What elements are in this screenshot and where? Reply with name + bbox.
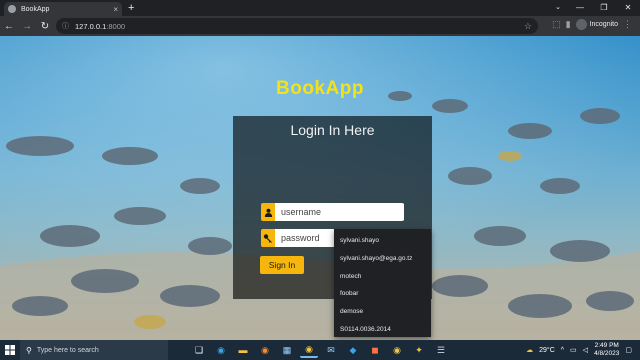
tray-chevron-icon[interactable]: ^ — [561, 347, 564, 354]
incognito-icon — [575, 19, 587, 30]
app-title: BookApp — [276, 78, 364, 99]
edge-icon[interactable]: ◉ — [212, 342, 230, 358]
search-icon: ⚲ — [26, 345, 32, 355]
username-input[interactable] — [275, 203, 404, 221]
browser-tab-bar: BookApp × + ⌄ — ❐ ✕ — [0, 0, 640, 16]
forward-icon[interactable]: → — [18, 21, 36, 32]
new-tab-button[interactable]: + — [128, 2, 134, 14]
taskbar-search[interactable]: ⚲ Type here to search — [20, 340, 168, 360]
close-tab-icon[interactable]: × — [113, 5, 118, 14]
autocomplete-item[interactable]: sylvani.shayo — [334, 232, 431, 250]
firefox-icon[interactable]: ◉ — [256, 342, 274, 358]
task-view-icon[interactable]: ❑ — [190, 342, 208, 358]
taskbar: ⚲ Type here to search ❑ ◉ ▬ ◉ ▦ ◉ ✉ ◆ ◼ … — [0, 340, 640, 360]
url-text: 127.0.0.1:8000 — [75, 21, 126, 31]
clock-time: 2:49 PM — [594, 342, 619, 349]
close-button[interactable]: ✕ — [616, 0, 640, 16]
menu-icon[interactable]: ⋮ — [623, 19, 632, 30]
user-icon — [261, 203, 275, 221]
system-tray: ☁ 29°C ^ ▭ ◁ 2:49 PM 4/8/2023 ▢ — [526, 340, 632, 360]
volume-icon[interactable]: ◁ — [583, 346, 588, 354]
mail-icon[interactable]: ✉ — [322, 342, 340, 358]
puzzle-icon[interactable]: ✦ — [410, 342, 428, 358]
vscode-icon[interactable]: ◆ — [344, 342, 362, 358]
window-controls: ⌄ — ❐ ✕ — [548, 0, 640, 16]
info-icon[interactable]: ⓘ — [62, 21, 69, 31]
notifications-icon[interactable]: ▢ — [625, 346, 632, 354]
tab-title: BookApp — [21, 5, 50, 13]
chrome-canary-icon[interactable]: ◉ — [388, 342, 406, 358]
database-icon[interactable]: ☰ — [432, 342, 450, 358]
restore-button[interactable]: ❐ — [592, 0, 616, 16]
chrome-icon[interactable]: ◉ — [300, 342, 318, 358]
tab-search-icon[interactable]: ⌄ — [548, 0, 568, 16]
address-bar[interactable]: ⓘ 127.0.0.1:8000 ☆ — [56, 18, 538, 34]
weather-icon[interactable]: ☁ — [526, 346, 533, 354]
reload-icon[interactable]: ↻ — [36, 21, 54, 32]
app-icon[interactable]: ◼ — [366, 342, 384, 358]
browser-toolbar: ← → ↻ ⓘ 127.0.0.1:8000 ☆ ⬚ ▮ Incognito ⋮ — [0, 16, 640, 36]
side-panel-icon[interactable]: ▮ — [566, 19, 571, 30]
autocomplete-item[interactable]: motech — [334, 267, 431, 285]
clock[interactable]: 2:49 PM 4/8/2023 — [594, 342, 619, 358]
autocomplete-dropdown: sylvani.shayo sylvani.shayo@ega.go.tz mote… — [334, 229, 431, 337]
minimize-button[interactable]: — — [568, 0, 592, 16]
incognito-label: Incognito — [589, 21, 618, 28]
autocomplete-item[interactable]: S0114.0036.2014 — [334, 320, 431, 338]
login-heading: Login In Here — [290, 122, 375, 138]
incognito-indicator[interactable]: Incognito — [575, 19, 618, 30]
autocomplete-item[interactable]: demose — [334, 303, 431, 321]
key-icon — [261, 229, 275, 247]
bookmark-star-icon[interactable]: ☆ — [524, 21, 532, 32]
page-viewport: BookApp Login In Here Sign In sylvani.sh… — [0, 36, 640, 340]
signin-button[interactable]: Sign In — [260, 256, 304, 274]
file-explorer-icon[interactable]: ▬ — [234, 342, 252, 358]
tab-bookapp[interactable]: BookApp × — [4, 2, 122, 16]
network-icon[interactable]: ▭ — [570, 346, 577, 354]
windows-start-icon[interactable] — [0, 340, 20, 360]
autocomplete-item[interactable]: sylvani.shayo@ega.go.tz — [334, 250, 431, 268]
weather-temp[interactable]: 29°C — [539, 347, 555, 354]
globe-icon — [8, 5, 16, 13]
search-placeholder: Type here to search — [36, 346, 99, 354]
back-icon[interactable]: ← — [0, 21, 18, 32]
autocomplete-item[interactable]: foobar — [334, 285, 431, 303]
store-icon[interactable]: ▦ — [278, 342, 296, 358]
username-field-group — [261, 203, 404, 221]
clock-date: 4/8/2023 — [594, 350, 620, 357]
extensions-icon[interactable]: ⬚ — [552, 19, 561, 30]
